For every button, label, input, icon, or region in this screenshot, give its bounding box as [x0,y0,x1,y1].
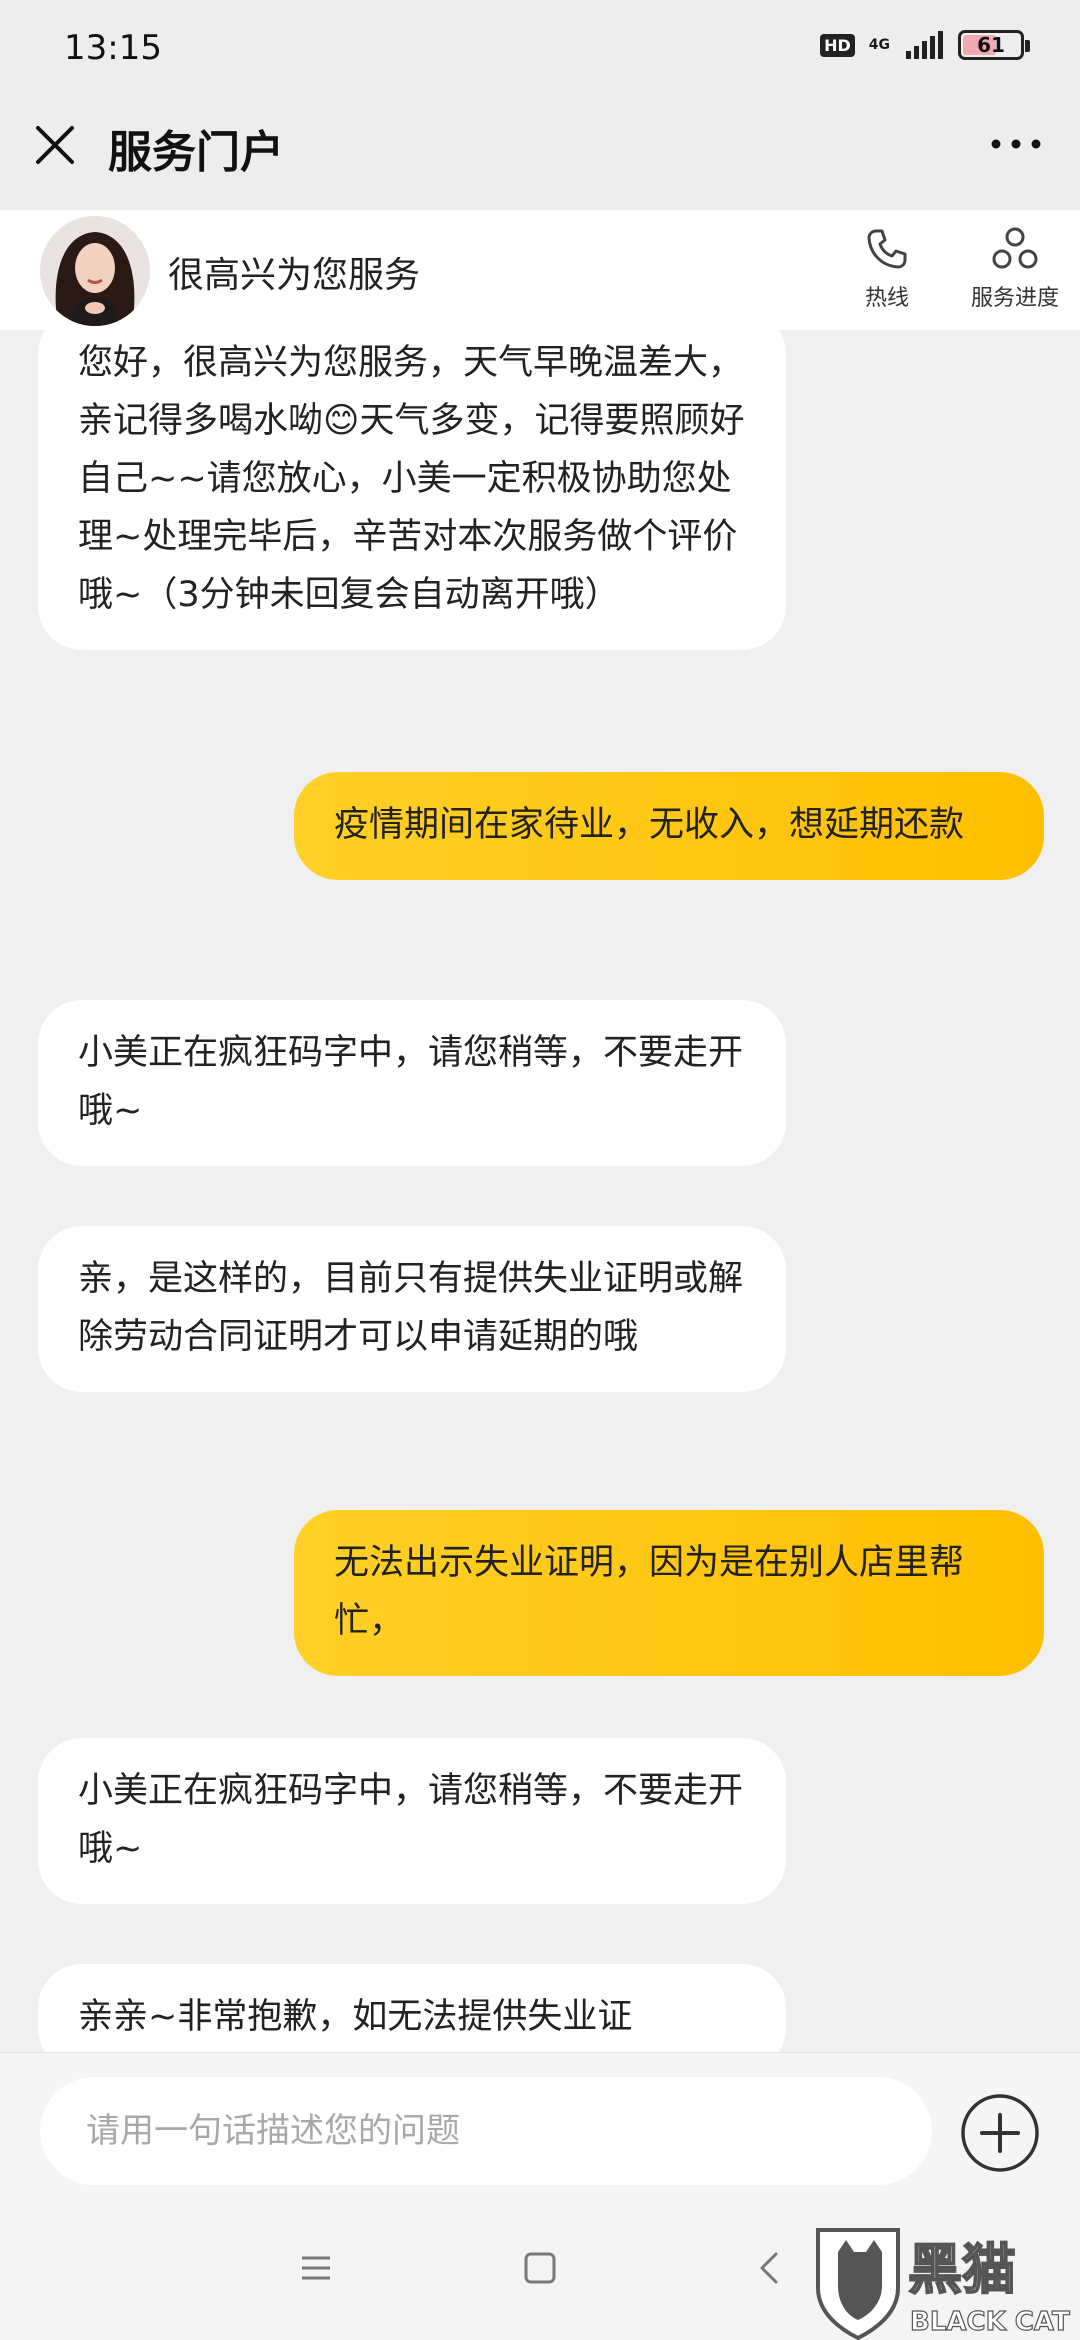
service-greeting: 很高兴为您服务 [168,255,421,296]
input-bar [0,2052,1080,2209]
add-attachment-icon[interactable] [958,2091,1042,2175]
status-time: 13:15 [64,28,162,68]
network-type-label: 4G [868,37,890,53]
more-options-icon[interactable] [986,134,1046,154]
hd-badge: HD [820,33,855,57]
svg-text:黑猫: 黑猫 [908,2238,1016,2301]
title-bar: 服务门户 [0,96,1080,210]
service-progress-label: 服务进度 [970,286,1059,311]
battery-tip [1025,40,1030,52]
menu-icon[interactable] [298,2250,334,2286]
agent-message: 亲，是这样的，目前只有提供失业证明或解除劳动合同证明才可以申请延期的哦 [38,1226,786,1392]
black-cat-watermark-logo: 黑猫 BLACK CAT [816,2228,1071,2340]
hotline-label: 热线 [864,286,909,311]
user-message: 无法出示失业证明，因为是在别人店里帮忙， [294,1510,1044,1676]
close-icon[interactable] [32,122,78,168]
back-icon[interactable] [752,2250,788,2286]
phone-icon [867,229,907,269]
chat-message-list[interactable]: 您好，很高兴为您服务，天气早晚温差大，亲记得多喝水呦😊天气多变，记得要照顾好自己… [0,330,1080,2052]
status-icons: HD 4G 61 [820,30,1030,60]
user-message: 疫情期间在家待业，无收入，想延期还款 [294,772,1044,880]
agent-message: 小美正在疯狂码字中，请您稍等，不要走开哦~ [38,1738,786,1904]
message-input[interactable] [40,2077,932,2185]
battery-percent: 61 [977,33,1005,57]
svg-text:BLACK CAT: BLACK CAT [910,2307,1070,2337]
signal-icon [906,31,943,59]
service-header: 很高兴为您服务 热线 服务进度 [0,210,1080,330]
hotline-button[interactable]: 热线 [832,226,942,312]
agent-message: 小美正在疯狂码字中，请您稍等，不要走开哦~ [38,1000,786,1166]
home-icon[interactable] [522,2250,558,2286]
agent-message: 亲亲~非常抱歉，如无法提供失业证 [38,1964,786,2052]
service-progress-icon [992,227,1038,269]
page-title: 服务门户 [108,127,284,178]
avatar [40,216,150,326]
battery-icon: 61 [958,30,1030,60]
service-progress-button[interactable]: 服务进度 [960,226,1070,312]
agent-message: 您好，很高兴为您服务，天气早晚温差大，亲记得多喝水呦😊天气多变，记得要照顾好自己… [38,330,786,650]
status-bar: 13:15 HD 4G 61 [0,0,1080,96]
